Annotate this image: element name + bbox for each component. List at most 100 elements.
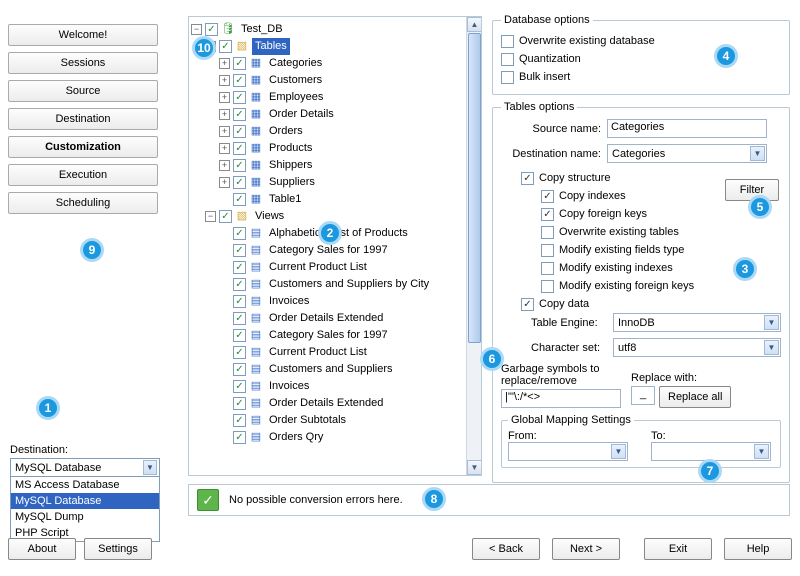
settings-button[interactable]: Settings: [84, 538, 152, 560]
about-button[interactable]: About: [8, 538, 76, 560]
nav-customization[interactable]: Customization: [8, 136, 158, 158]
checkbox-icon[interactable]: ✓: [233, 74, 246, 87]
tree-node[interactable]: Order Subtotals: [266, 412, 349, 429]
checkbox-icon[interactable]: ✓: [233, 261, 246, 274]
checkbox-icon[interactable]: ✓: [233, 227, 246, 240]
scroll-thumb[interactable]: [468, 33, 481, 343]
destination-combobox[interactable]: MySQL Database ▼: [10, 458, 160, 477]
copy-indexes-checkbox[interactable]: ✓: [541, 190, 554, 203]
checkbox-icon[interactable]: ✓: [233, 108, 246, 121]
tree-node[interactable]: Employees: [266, 89, 326, 106]
tree-node[interactable]: Invoices: [266, 293, 312, 310]
tree-node[interactable]: Customers: [266, 72, 325, 89]
copy-structure-checkbox[interactable]: ✓: [521, 172, 534, 185]
tree-node[interactable]: Categories: [266, 55, 325, 72]
tree-node[interactable]: Category Sales for 1997: [266, 327, 391, 344]
next-button[interactable]: Next >: [552, 538, 620, 560]
vertical-scrollbar[interactable]: ▲ ▼: [466, 17, 481, 475]
tree-expand-icon[interactable]: +: [219, 126, 230, 137]
checkbox-icon[interactable]: ✓: [233, 380, 246, 393]
destination-option[interactable]: MS Access Database: [11, 477, 159, 493]
overwrite-tables-checkbox[interactable]: [541, 226, 554, 239]
garbage-input[interactable]: |'"\:/*<>: [501, 389, 621, 408]
tree-node[interactable]: Table1: [266, 191, 304, 208]
modify-fk-checkbox[interactable]: [541, 280, 554, 293]
overwrite-db-checkbox[interactable]: [501, 35, 514, 48]
checkbox-icon[interactable]: ✓: [233, 329, 246, 342]
checkbox-icon[interactable]: ✓: [233, 159, 246, 172]
tree-node[interactable]: Current Product List: [266, 259, 370, 276]
checkbox-icon[interactable]: ✓: [233, 91, 246, 104]
tree-node[interactable]: Shippers: [266, 157, 315, 174]
nav-welcome[interactable]: Welcome!: [8, 24, 158, 46]
object-tree[interactable]: −✓🛢Test_DB −✓▧Tables +✓▦Categories+✓▦Cus…: [188, 16, 482, 476]
checkbox-icon[interactable]: ✓: [233, 125, 246, 138]
nav-source[interactable]: Source: [8, 80, 158, 102]
checkbox-icon[interactable]: ✓: [233, 346, 246, 359]
checkbox-icon[interactable]: ✓: [233, 193, 246, 206]
tree-node[interactable]: Order Details Extended: [266, 310, 386, 327]
nav-sessions[interactable]: Sessions: [8, 52, 158, 74]
checkbox-icon[interactable]: ✓: [233, 312, 246, 325]
table-icon: ▦: [249, 74, 263, 88]
tree-node[interactable]: Orders Qry: [266, 429, 326, 446]
exit-button[interactable]: Exit: [644, 538, 712, 560]
charset-combo[interactable]: utf8▼: [613, 338, 781, 357]
dest-name-combo[interactable]: Categories▼: [607, 144, 767, 163]
tree-node[interactable]: Current Product List: [266, 344, 370, 361]
modify-indexes-checkbox[interactable]: [541, 262, 554, 275]
checkbox-icon[interactable]: ✓: [233, 244, 246, 257]
checkbox-icon[interactable]: ✓: [233, 295, 246, 308]
tree-node[interactable]: Order Details Extended: [266, 395, 386, 412]
tree-node[interactable]: Test_DB: [238, 21, 286, 38]
help-button[interactable]: Help: [724, 538, 792, 560]
tree-expand-icon[interactable]: +: [219, 109, 230, 120]
tree-node-tables[interactable]: Tables: [252, 38, 290, 55]
checkbox-icon[interactable]: ✓: [205, 23, 218, 36]
checkbox-icon[interactable]: ✓: [233, 363, 246, 376]
nav-destination[interactable]: Destination: [8, 108, 158, 130]
tree-node[interactable]: Order Details: [266, 106, 337, 123]
tree-expand-icon[interactable]: +: [219, 92, 230, 103]
replace-all-button[interactable]: Replace all: [659, 386, 731, 408]
tree-node[interactable]: Customers and Suppliers by City: [266, 276, 432, 293]
nav-execution[interactable]: Execution: [8, 164, 158, 186]
bulk-insert-checkbox[interactable]: [501, 71, 514, 84]
tree-expand-icon[interactable]: −: [205, 211, 216, 222]
table-engine-combo[interactable]: InnoDB▼: [613, 313, 781, 332]
checkbox-icon[interactable]: ✓: [233, 414, 246, 427]
tree-node-views[interactable]: Views: [252, 208, 287, 225]
checkbox-icon[interactable]: ✓: [233, 431, 246, 444]
checkbox-icon[interactable]: ✓: [219, 40, 232, 53]
checkbox-icon[interactable]: ✓: [233, 278, 246, 291]
tree-node[interactable]: Products: [266, 140, 315, 157]
tree-expand-icon[interactable]: +: [219, 160, 230, 171]
quantization-checkbox[interactable]: [501, 53, 514, 66]
source-name-input[interactable]: Categories: [607, 119, 767, 138]
modify-fields-checkbox[interactable]: [541, 244, 554, 257]
checkbox-icon[interactable]: ✓: [219, 210, 232, 223]
tree-expand-icon[interactable]: +: [219, 75, 230, 86]
tree-node[interactable]: Customers and Suppliers: [266, 361, 396, 378]
tree-node[interactable]: Suppliers: [266, 174, 318, 191]
checkbox-icon[interactable]: ✓: [233, 176, 246, 189]
checkbox-icon[interactable]: ✓: [233, 57, 246, 70]
tree-expand-icon[interactable]: +: [219, 58, 230, 69]
replace-with-input[interactable]: _: [631, 386, 655, 405]
tree-node[interactable]: Orders: [266, 123, 306, 140]
tree-expand-icon[interactable]: +: [219, 177, 230, 188]
nav-scheduling[interactable]: Scheduling: [8, 192, 158, 214]
tree-expand-icon[interactable]: +: [219, 143, 230, 154]
scroll-up-icon[interactable]: ▲: [467, 17, 482, 32]
copy-data-checkbox[interactable]: ✓: [521, 298, 534, 311]
destination-option[interactable]: MySQL Dump: [11, 509, 159, 525]
scroll-down-icon[interactable]: ▼: [467, 460, 482, 475]
checkbox-icon[interactable]: ✓: [233, 397, 246, 410]
checkbox-icon[interactable]: ✓: [233, 142, 246, 155]
copy-fk-checkbox[interactable]: ✓: [541, 208, 554, 221]
destination-option[interactable]: MySQL Database: [11, 493, 159, 509]
tree-node[interactable]: Invoices: [266, 378, 312, 395]
back-button[interactable]: < Back: [472, 538, 540, 560]
tree-expand-icon[interactable]: −: [191, 24, 202, 35]
map-from-combo[interactable]: ▼: [508, 442, 628, 461]
